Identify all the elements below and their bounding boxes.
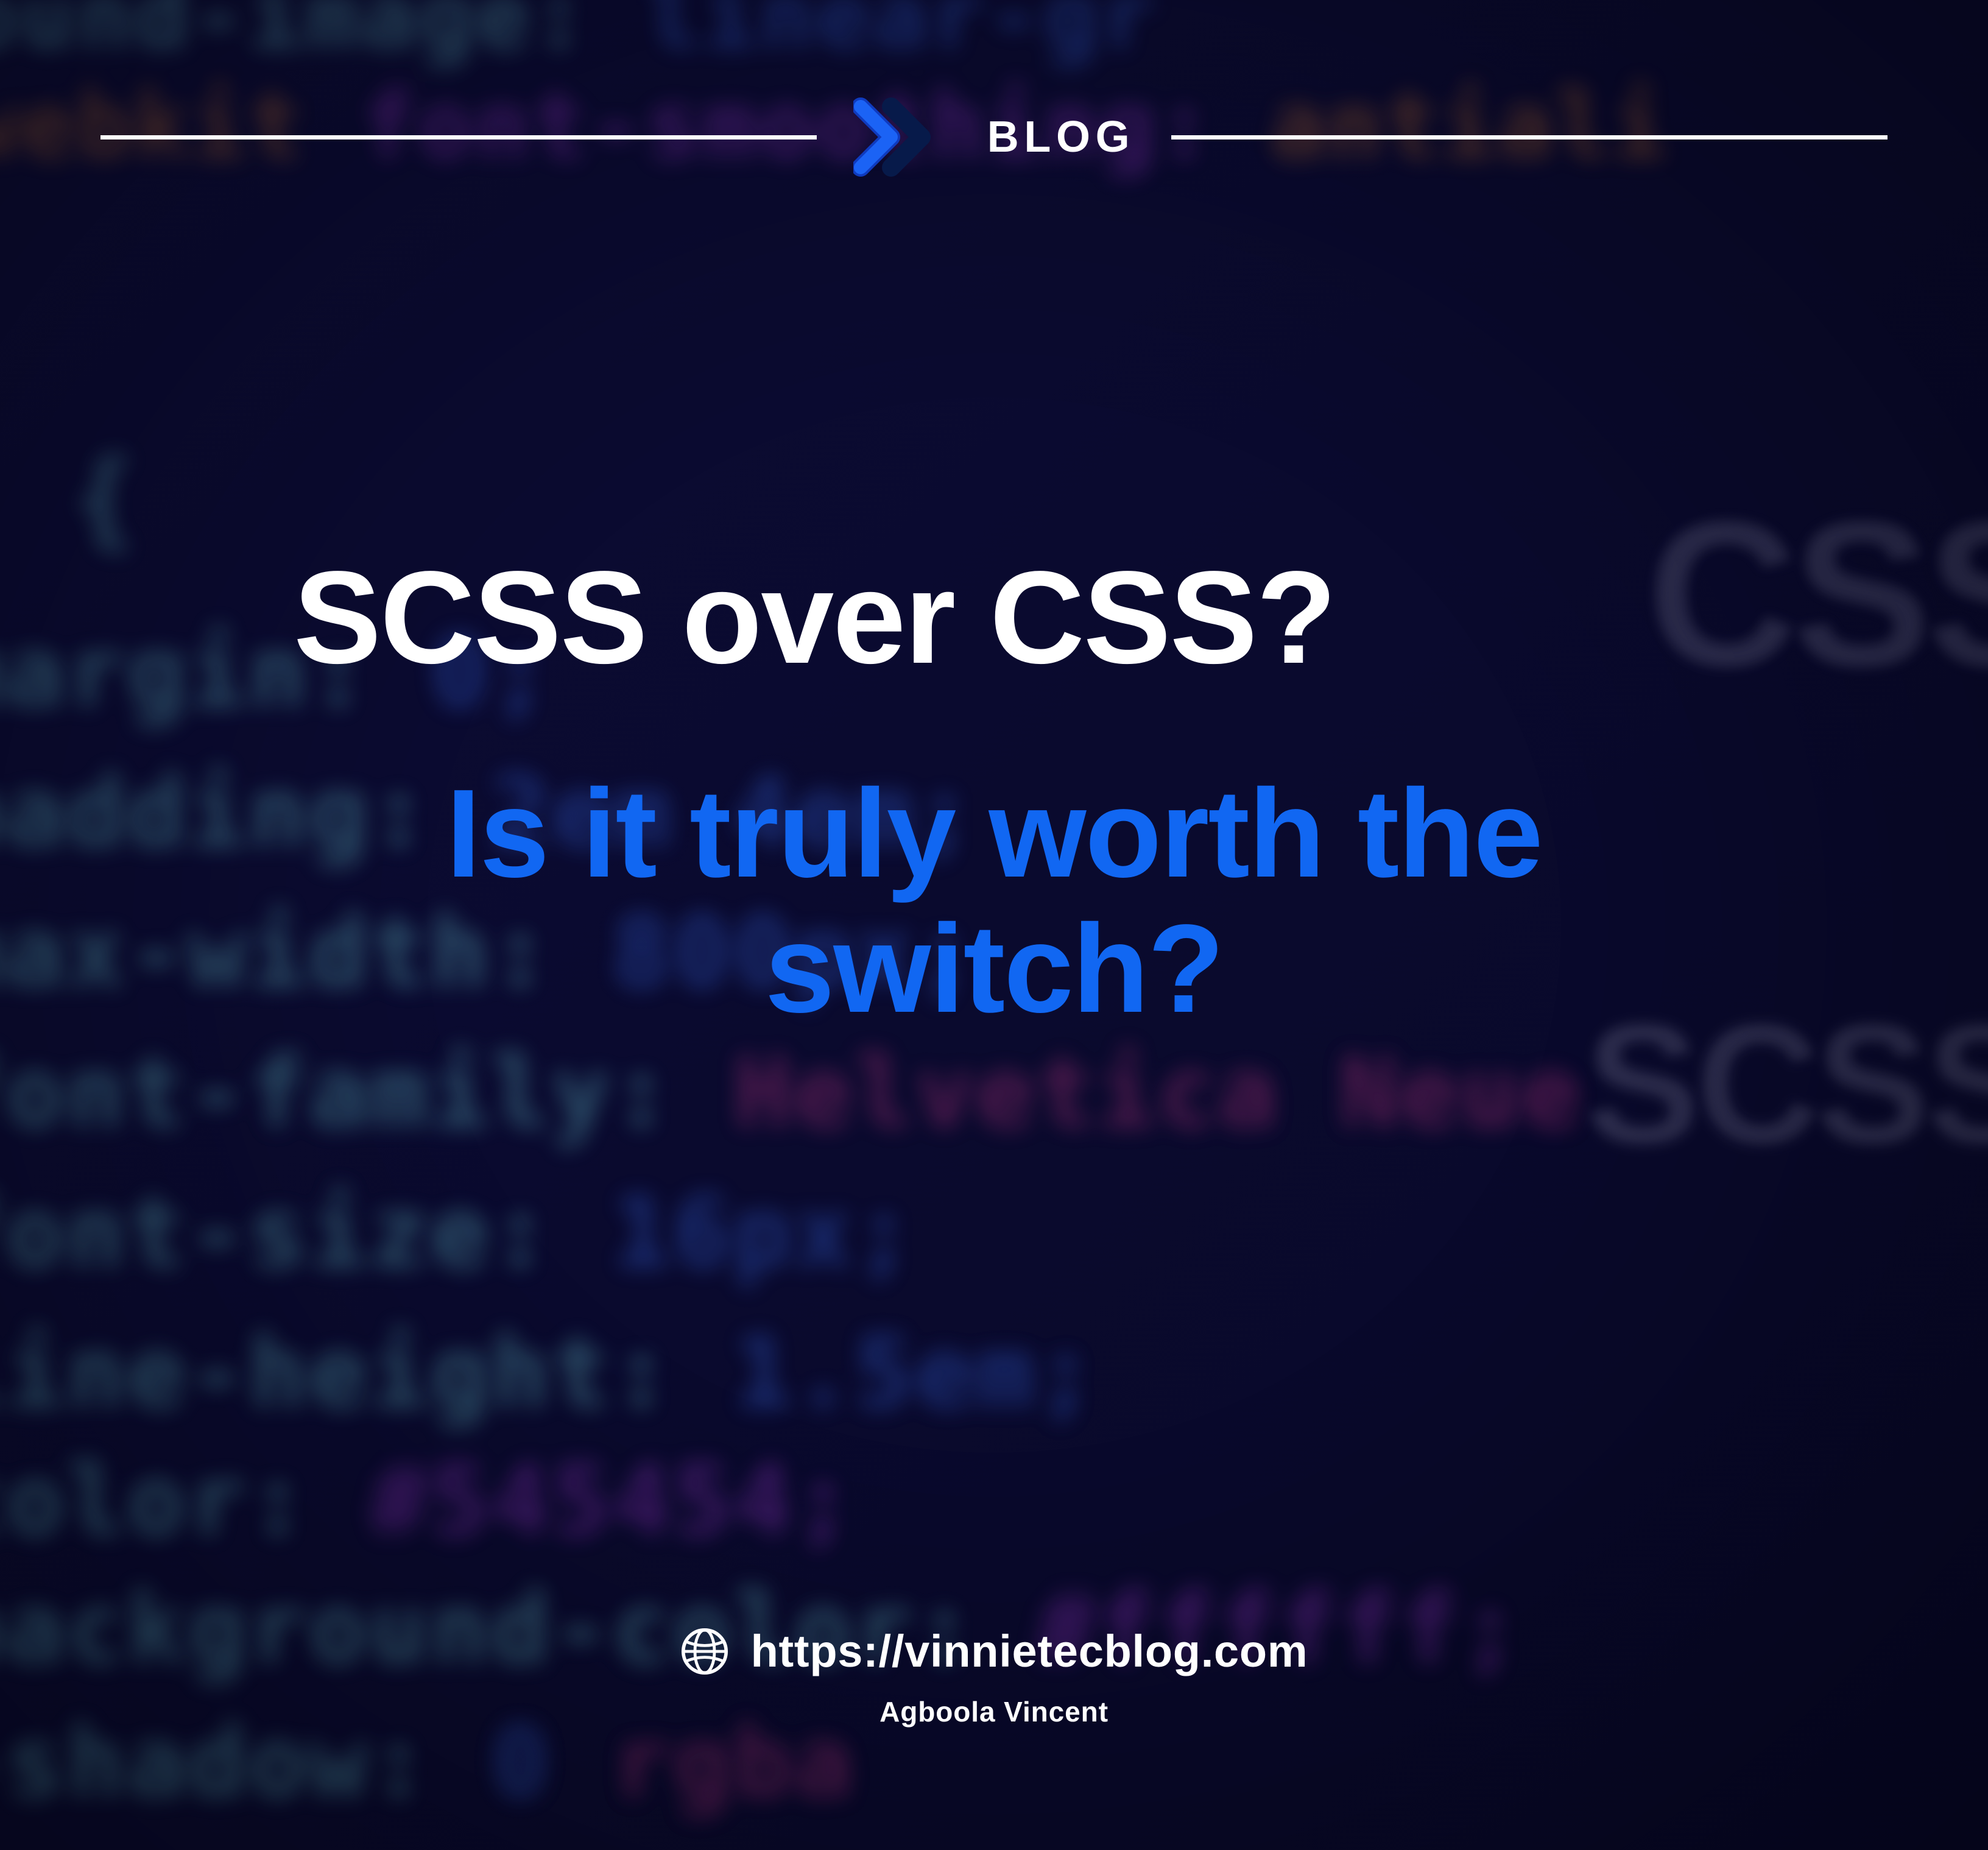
header-center: BLOG	[853, 97, 1135, 177]
footer-url: https://vinnietecblog.com	[751, 1625, 1308, 1677]
globe-icon	[680, 1627, 729, 1676]
bg-text: {	[73, 439, 138, 559]
bg-text: #545454;	[370, 1444, 855, 1558]
bg-text: 16px;	[612, 1176, 915, 1290]
hero: SCSS over CSS? Is it truly worth the swi…	[0, 548, 1988, 1037]
logo-chevrons-icon	[853, 97, 951, 177]
bg-text: color:	[0, 1444, 309, 1558]
hero-subtitle: Is it truly worth the switch?	[324, 766, 1664, 1037]
bg-text: font-size:	[0, 1176, 551, 1290]
hero-title: SCSS over CSS?	[294, 548, 1694, 687]
bg-text: ound-image:	[0, 0, 588, 69]
promo-card: ound-image: linear-gr webkit font-smooth…	[0, 0, 1988, 1850]
bg-text: Helvetica Neue	[733, 1036, 1582, 1149]
bg-text: 1.5em;	[733, 1316, 1097, 1430]
bg-text: font-family:	[0, 1036, 672, 1149]
footer: https://vinnietecblog.com Agboola Vincen…	[0, 1625, 1988, 1728]
url-row: https://vinnietecblog.com	[680, 1625, 1308, 1677]
divider-right	[1171, 135, 1888, 139]
header: BLOG	[100, 97, 1888, 177]
footer-author: Agboola Vincent	[879, 1695, 1109, 1728]
bg-text: linear-gr	[646, 0, 1157, 69]
bg-text: line-height:	[0, 1316, 672, 1430]
header-label: BLOG	[987, 112, 1135, 162]
divider-left	[100, 135, 817, 139]
